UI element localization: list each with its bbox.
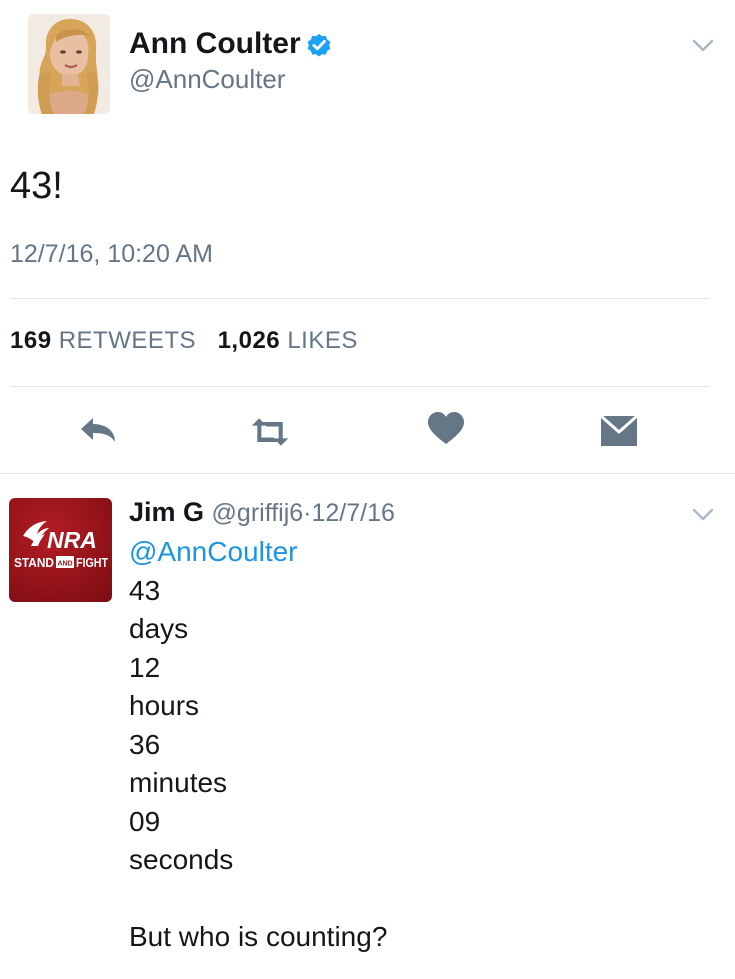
retweets-label[interactable]: RETWEETS [59,327,196,354]
reply-line: 36 [129,728,161,760]
reply-author-name[interactable]: Jim G [129,497,204,527]
nra-tagline-mid: AND [58,561,73,568]
reply-line: 09 [129,805,161,837]
heart-icon[interactable] [426,411,466,447]
reply-avatar[interactable]: NRA STAND AND FIGHT [9,498,112,602]
tweet-timestamp: 12/7/16, 10:20 AM [10,240,213,268]
reply-author-handle[interactable]: @griffij6 [212,499,304,527]
reply-line: But who is counting? [129,921,388,952]
reply-line: days [129,613,189,644]
divider [0,473,735,474]
nra-tagline-left: STAND [14,555,54,570]
reply-separator: · [303,499,312,527]
dm-icon[interactable] [599,413,639,449]
divider [10,386,710,387]
retweets-count[interactable]: 169 [10,327,52,354]
reply-icon[interactable] [79,412,119,448]
reply-mention-link[interactable]: @AnnCoulter [129,533,387,572]
tweet-text: 43! [10,165,63,207]
avatar[interactable] [28,14,110,114]
reply-text: @AnnCoulter 43 days 12 hours 36 minutes … [129,533,387,957]
likes-count[interactable]: 1,026 [218,327,281,354]
nra-logo-text: NRA [47,527,97,553]
reply-line: minutes [129,767,228,798]
chevron-down-icon[interactable] [692,39,714,53]
reply-header: Jim G @griffij6·12/7/16 [129,497,395,528]
reply-line: 12 [129,651,161,683]
reply-line [129,880,387,919]
reply-line: 43 [129,574,161,606]
author-handle[interactable]: @AnnCoulter [129,64,285,95]
retweet-icon[interactable] [250,414,290,450]
nra-tagline-right: FIGHT [76,555,108,570]
likes-label[interactable]: LIKES [287,327,358,354]
reply-date[interactable]: 12/7/16 [312,499,395,527]
verified-badge-icon [307,33,331,57]
tweet-stats: 169 RETWEETS 1,026 LIKES [10,327,358,355]
author-name[interactable]: Ann Coulter [129,27,301,61]
divider [10,298,710,299]
reply-line: hours [129,690,200,721]
reply-line: seconds [129,844,234,875]
chevron-down-icon[interactable] [692,508,714,522]
